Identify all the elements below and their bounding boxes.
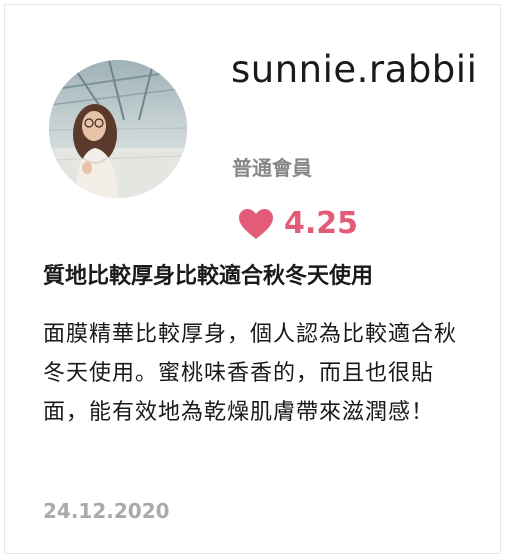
- rating-value: 4.25: [284, 206, 359, 241]
- review-body: 面膜精華比較厚身，個人認為比較適合秋冬天使用。蜜桃味香香的，而且也很貼面，能有效…: [43, 322, 458, 425]
- review-title: 質地比較厚身比較適合秋冬天使用: [43, 264, 374, 289]
- review-card: sunnie.rabbii 普通會員 4.25 質地比較厚身比較適合秋冬天使用 …: [4, 4, 501, 554]
- avatar[interactable]: [49, 60, 187, 198]
- heart-icon: [239, 209, 273, 239]
- avatar-photo: [49, 60, 187, 198]
- rating: 4.25: [238, 204, 358, 244]
- member-level-badge: 普通會員: [232, 156, 312, 180]
- username[interactable]: sunnie.rabbii: [231, 47, 481, 93]
- review-date: 24.12.2020: [43, 499, 170, 523]
